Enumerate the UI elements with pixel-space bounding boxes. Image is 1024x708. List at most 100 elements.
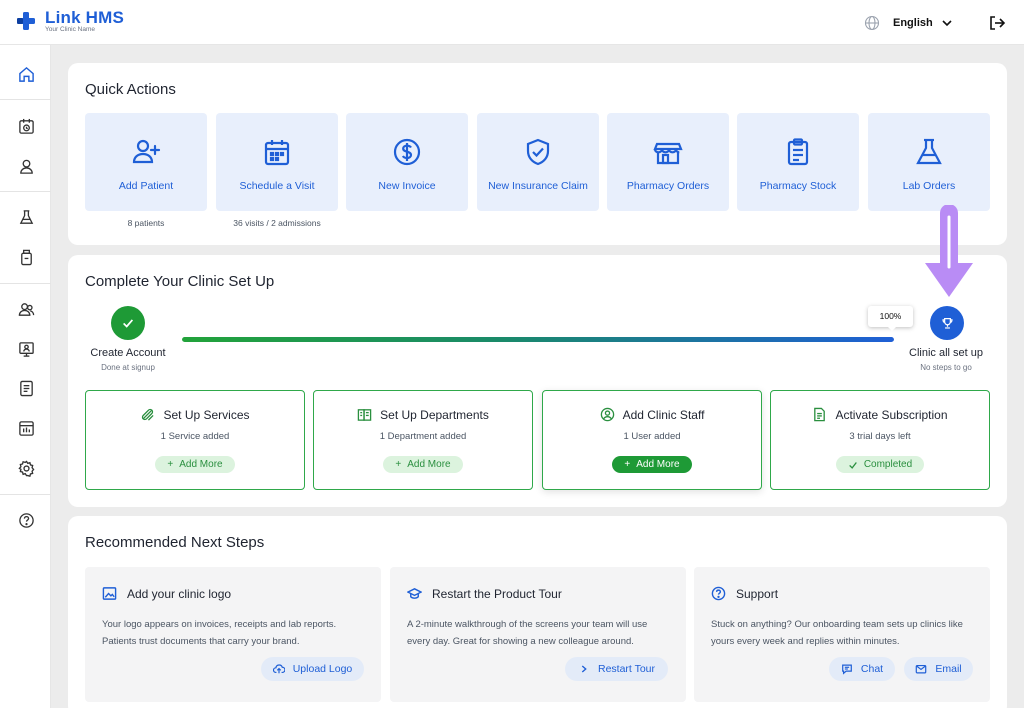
clipboard-icon (787, 138, 809, 166)
store-icon (653, 142, 683, 165)
setup-card-sub: 1 User added (623, 431, 681, 442)
add-patient-tile[interactable]: Add Patient (85, 113, 207, 211)
brand-name[interactable]: Link HMS (45, 8, 124, 28)
step-final-trophy (930, 306, 964, 340)
pharmacy-stock-tile[interactable]: Pharmacy Stock (737, 113, 859, 211)
rec-card-title: Support (736, 586, 779, 601)
button-label: Completed (863, 459, 913, 470)
trophy-icon (941, 317, 953, 329)
step-end-title: Clinic all set up (909, 347, 983, 359)
logout-icon[interactable] (988, 14, 1006, 32)
step-complete-check (111, 306, 145, 340)
plus-icon: + (395, 459, 402, 470)
quick-actions-panel: Quick Actions Add Patient Schedule a Vis… (68, 63, 1007, 245)
rec-card-tour: Restart the Product Tour A 2-minute walk… (390, 567, 686, 702)
add-more-departments-button[interactable]: + Add More (383, 456, 463, 473)
setup-card-sub: 1 Service added (160, 431, 230, 442)
plus-icon: + (167, 459, 174, 470)
qa-label: Pharmacy Stock (759, 180, 837, 192)
setup-progress-fill (182, 337, 894, 342)
setup-progress-bar (182, 337, 894, 342)
button-label: Email (935, 663, 962, 675)
setup-title: Complete Your Clinic Set Up (85, 273, 275, 290)
calendar-clock-icon[interactable] (16, 116, 36, 136)
button-label: Restart Tour (598, 663, 655, 675)
mail-icon (916, 664, 927, 674)
setup-card-title: Add Clinic Staff (622, 407, 705, 422)
chevron-right-icon (581, 665, 587, 673)
sidebar-divider (0, 99, 51, 100)
sidebar-divider (0, 494, 51, 495)
add-more-services-button[interactable]: + Add More (155, 456, 235, 473)
clinic-setup-panel: Complete Your Clinic Set Up Create Accou… (68, 255, 1007, 507)
user-circle-icon (600, 407, 614, 422)
document-icon (814, 407, 826, 422)
rec-card-logo: Add your clinic logo Your logo appears o… (85, 567, 381, 702)
rec-card-body: A 2-minute walkthrough of the screens yo… (407, 619, 648, 647)
dollar-icon (393, 138, 421, 166)
setup-card-sub: 3 trial days left (849, 431, 911, 442)
image-icon (102, 587, 117, 600)
brand-logo-icon (17, 12, 35, 30)
language-selector[interactable]: English (893, 17, 933, 29)
sidebar (0, 45, 51, 708)
users-icon[interactable] (16, 299, 36, 319)
patient-count: 8 patients (127, 218, 165, 228)
button-label: Add More (636, 459, 680, 470)
setup-card-departments[interactable]: Set Up Departments 1 Department added + … (313, 390, 533, 490)
sidebar-divider (0, 191, 51, 192)
schedule-visit-tile[interactable]: Schedule a Visit (216, 113, 338, 211)
qa-label: New Invoice (378, 180, 436, 192)
chat-icon (842, 664, 852, 675)
rec-card-title: Restart the Product Tour (432, 586, 562, 601)
add-more-staff-button[interactable]: + Add More (612, 456, 692, 473)
chevron-down-icon[interactable] (940, 16, 954, 30)
email-button[interactable]: Email (904, 657, 973, 681)
cloud-upload-icon (272, 664, 285, 674)
qa-label: Lab Orders (902, 180, 956, 192)
quick-actions-title: Quick Actions (85, 81, 176, 98)
step-end-sub: No steps to go (920, 363, 972, 372)
visit-count: 36 visits / 2 admissions (233, 218, 321, 228)
monitor-user-icon[interactable] (16, 339, 36, 359)
restart-tour-button[interactable]: Restart Tour (565, 657, 668, 681)
home-icon[interactable] (16, 64, 36, 84)
new-invoice-tile[interactable]: New Invoice (346, 113, 468, 211)
help-icon (711, 586, 726, 601)
lab-orders-tile[interactable]: Lab Orders (868, 113, 990, 211)
qa-label: Pharmacy Orders (626, 180, 710, 192)
check-icon (123, 319, 134, 328)
plus-icon: + (624, 459, 631, 470)
gear-icon[interactable] (16, 458, 36, 478)
setup-card-services[interactable]: Set Up Services 1 Service added + Add Mo… (85, 390, 305, 490)
qa-label: Add Patient (118, 180, 174, 192)
setup-card-subscription[interactable]: Activate Subscription 3 trial days left … (770, 390, 990, 490)
upload-logo-button[interactable]: Upload Logo (261, 657, 364, 681)
flask-icon (916, 138, 942, 165)
setup-card-title: Set Up Services (163, 407, 250, 422)
new-insurance-claim-tile[interactable]: New Insurance Claim (477, 113, 599, 211)
flask-icon[interactable] (16, 207, 36, 227)
top-bar: Link HMS Your Clinic Name English (0, 0, 1024, 45)
recommended-panel: Recommended Next Steps Add your clinic l… (68, 516, 1007, 708)
step-start-sub: Done at signup (101, 363, 155, 372)
qa-label: Schedule a Visit (239, 180, 315, 192)
clinic-name: Your Clinic Name (45, 26, 95, 33)
chat-button[interactable]: Chat (829, 657, 895, 681)
departments-icon (357, 409, 372, 421)
report-icon[interactable] (16, 378, 36, 398)
setup-card-staff[interactable]: Add Clinic Staff 1 User added + Add More (542, 390, 762, 490)
rec-card-body: Stuck on anything? Our onboarding team s… (711, 619, 963, 647)
sidebar-divider (0, 283, 51, 284)
add-user-icon (132, 139, 161, 164)
user-icon[interactable] (16, 156, 36, 176)
help-icon[interactable] (16, 510, 36, 530)
shield-check-icon (526, 138, 550, 166)
medicine-bottle-icon[interactable] (16, 247, 36, 267)
dashboard-chart-icon[interactable] (16, 418, 36, 438)
setup-card-title: Activate Subscription (835, 407, 948, 422)
step-start-title: Create Account (90, 347, 166, 359)
pharmacy-orders-tile[interactable]: Pharmacy Orders (607, 113, 729, 211)
globe-icon (864, 15, 880, 31)
completed-badge: Completed (836, 456, 924, 473)
